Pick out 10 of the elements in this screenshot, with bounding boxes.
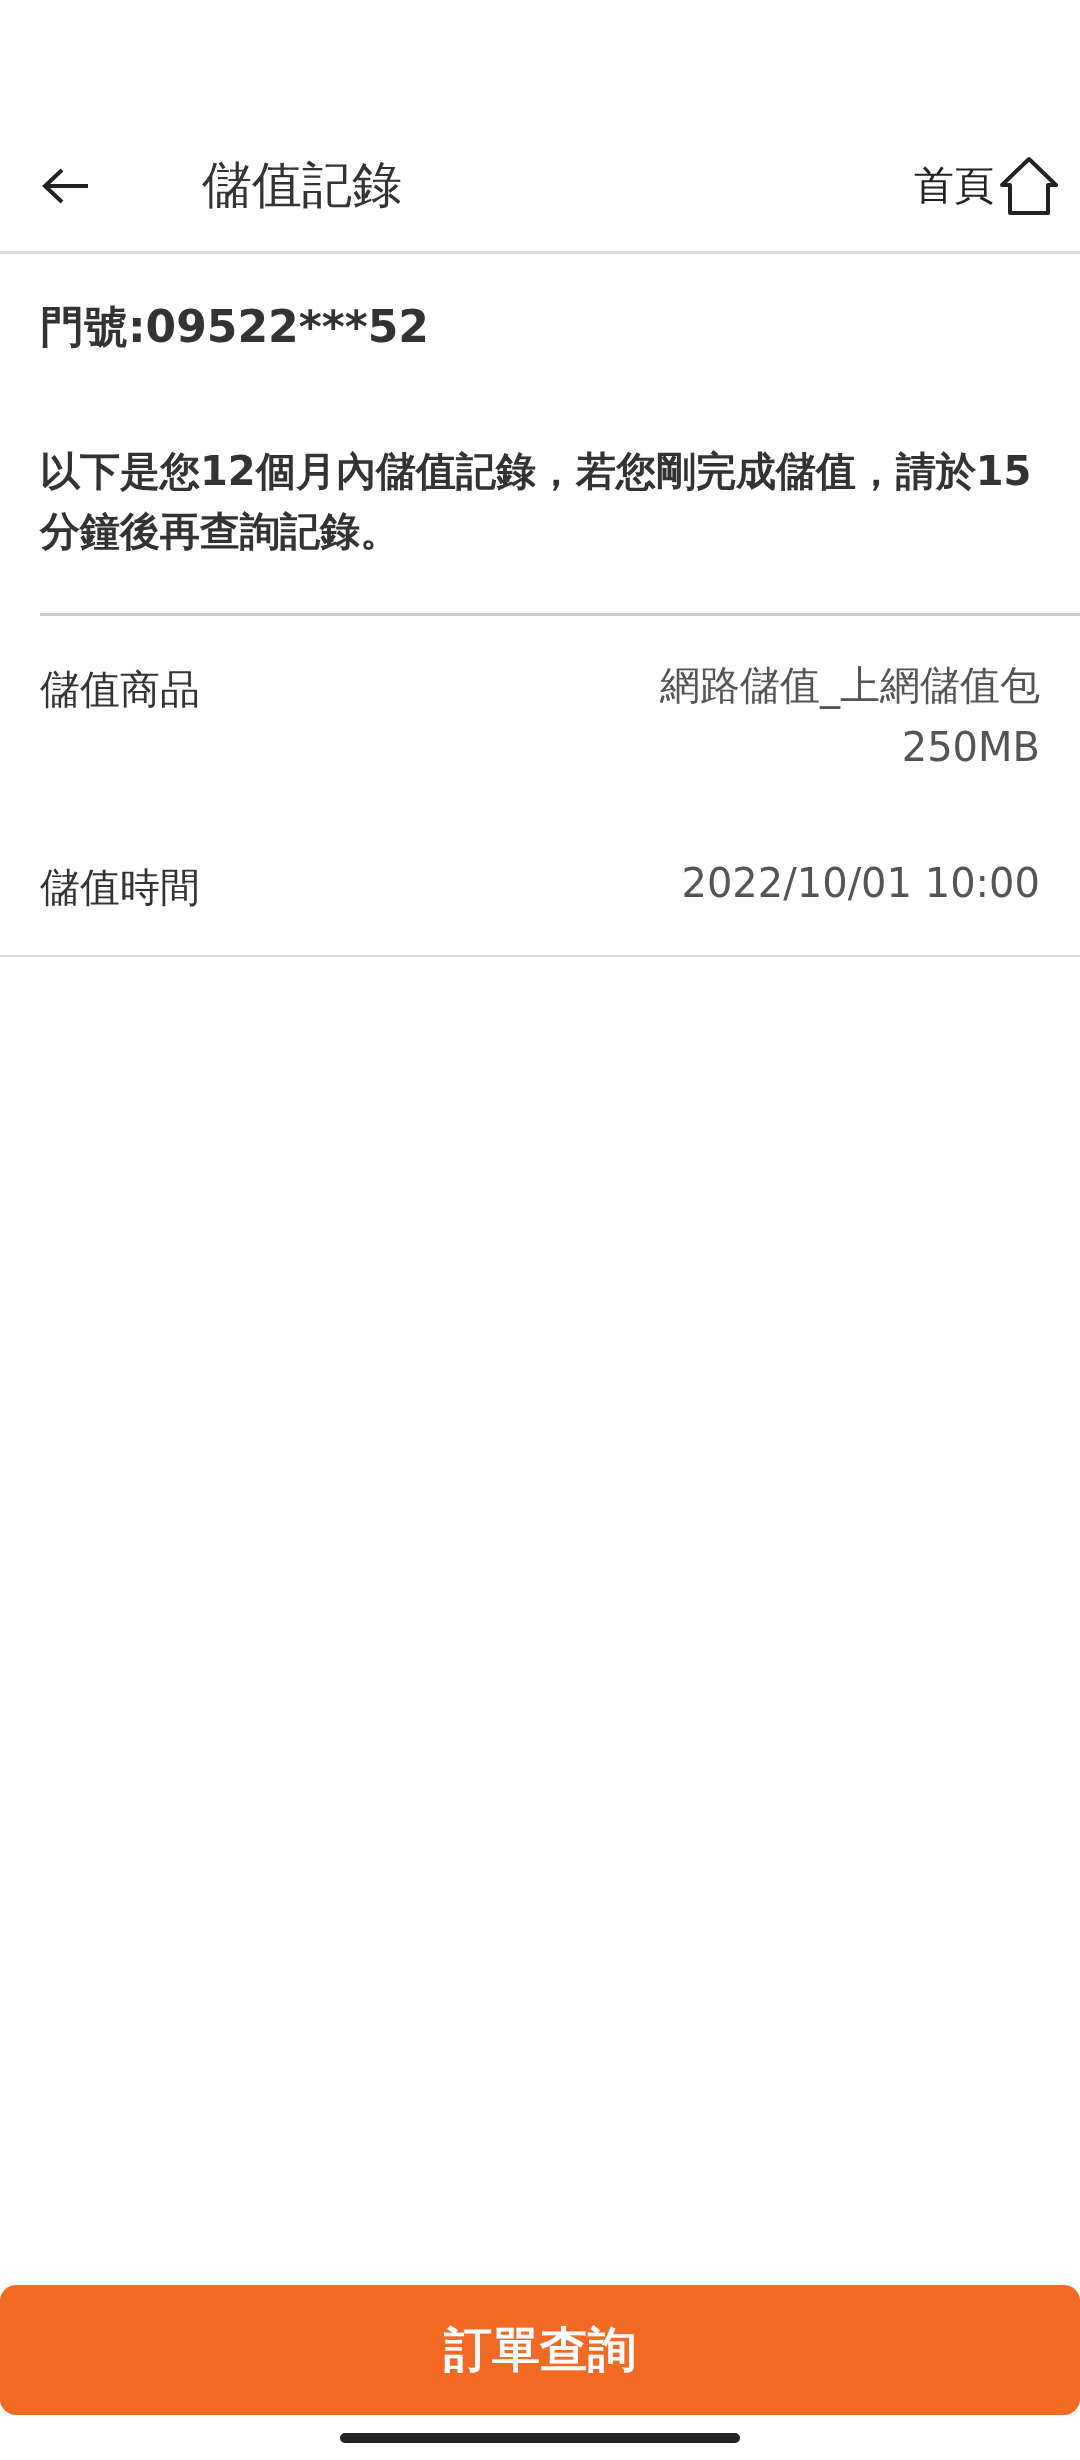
home-indicator[interactable] (340, 2432, 740, 2443)
home-button[interactable]: 首頁 (914, 154, 1060, 217)
notice-text: 以下是您12個月內儲值記錄，若您剛完成儲值，請於15分鐘後再查詢記錄。 (40, 447, 1033, 556)
detail-value: 網路儲值_上網儲值包250MB (659, 661, 1040, 772)
page-title: 儲值記錄 (202, 155, 403, 216)
detail-value: 2022/10/01 10:00 (681, 859, 1040, 908)
detail-label: 儲值時間 (40, 863, 200, 912)
detail-label: 儲值商品 (40, 665, 200, 714)
house-icon (998, 154, 1060, 217)
phone-number: 門號:09522***52 (40, 300, 430, 354)
